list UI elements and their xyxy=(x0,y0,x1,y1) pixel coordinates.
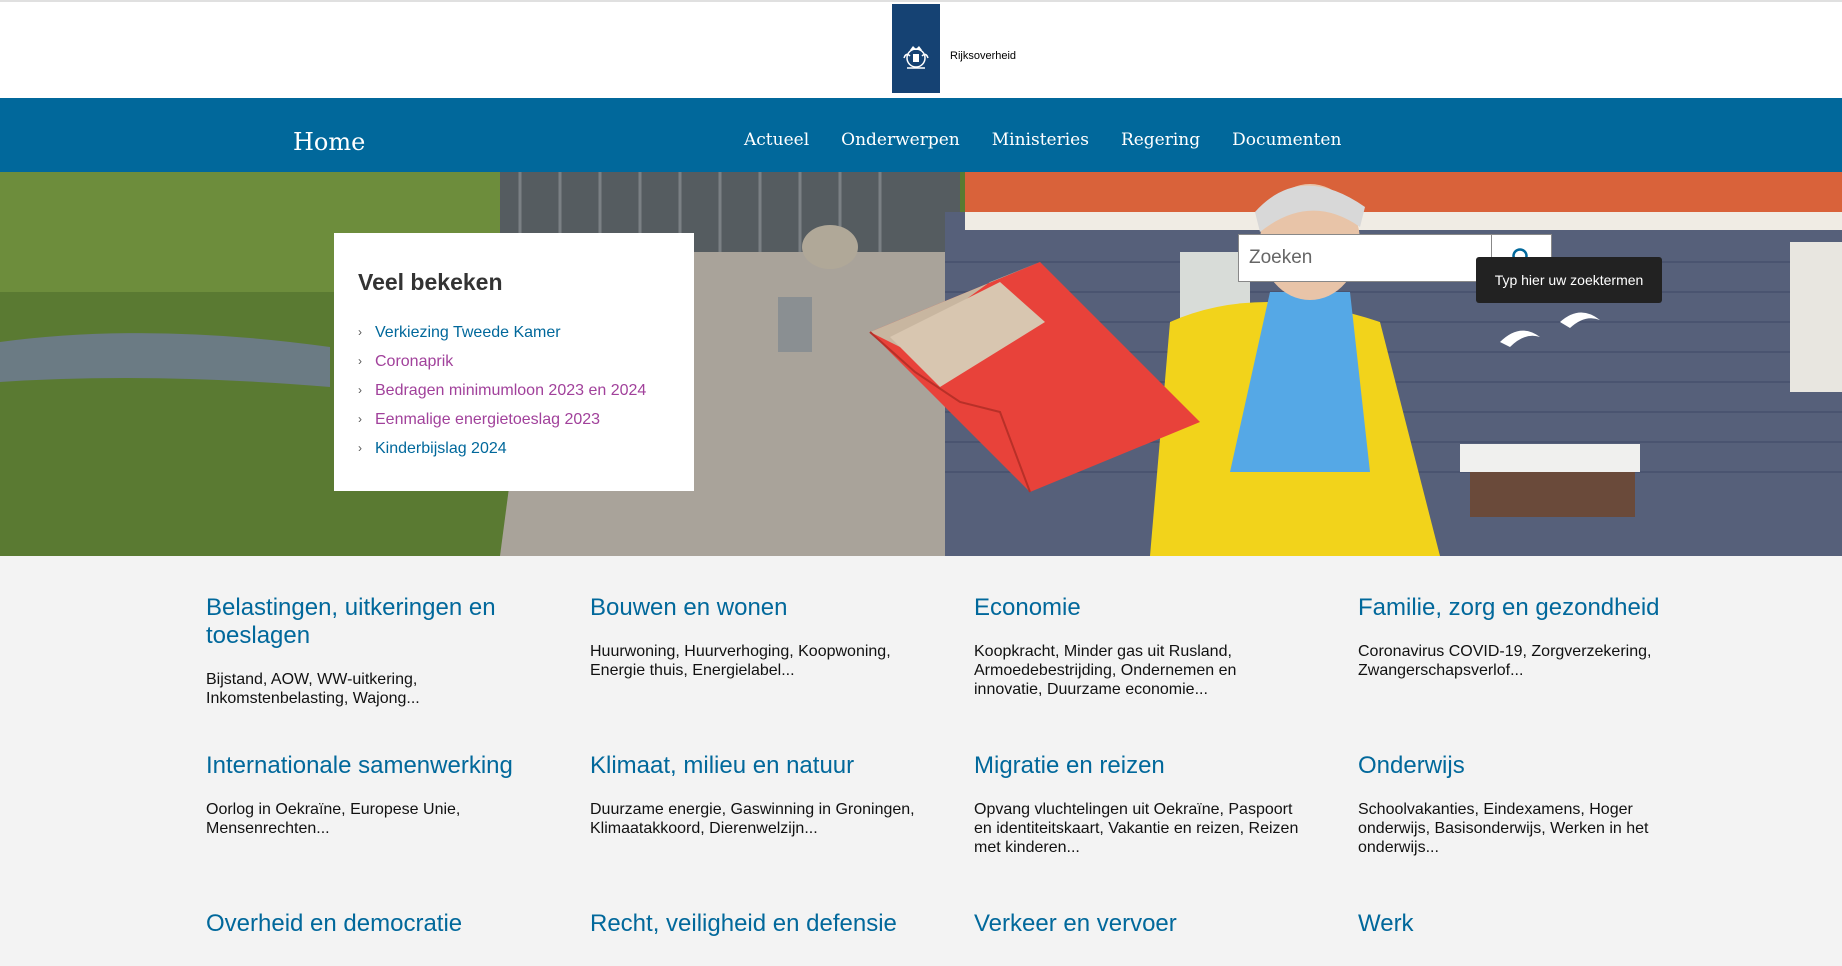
topic-title[interactable]: Internationale samenwerking xyxy=(206,752,536,780)
topic-card: Internationale samenwerking Oorlog in Oe… xyxy=(206,752,536,838)
topic-description: Duurzame energie, Gaswinning in Groninge… xyxy=(590,801,915,837)
topic-title[interactable]: Overheid en democratie xyxy=(206,910,536,938)
popular-item[interactable]: › Verkiezing Tweede Kamer xyxy=(358,318,670,347)
topic-title[interactable]: Klimaat, milieu en natuur xyxy=(590,752,920,780)
nav-link-actueel[interactable]: Actueel xyxy=(744,130,809,150)
topic-description: Coronavirus COVID-19, Zorgverzekering, Z… xyxy=(1358,643,1652,679)
nav-links: Actueel Onderwerpen Ministeries Regering… xyxy=(744,130,1373,150)
topic-title[interactable]: Verkeer en vervoer xyxy=(974,910,1304,938)
topic-card: Klimaat, milieu en natuur Duurzame energ… xyxy=(590,752,920,838)
topic-card: Onderwijs Schoolvakanties, Eindexamens, … xyxy=(1358,752,1688,857)
logo-text: Rijksoverheid xyxy=(950,50,1017,62)
topic-description: Schoolvakanties, Eindexamens, Hoger onde… xyxy=(1358,801,1649,856)
topic-title[interactable]: Onderwijs xyxy=(1358,752,1688,780)
chevron-right-icon: › xyxy=(358,383,362,397)
popular-item-label: Kinderbijslag 2024 xyxy=(375,440,507,457)
search-input[interactable] xyxy=(1238,234,1492,282)
chevron-right-icon: › xyxy=(358,441,362,455)
search-tooltip: Typ hier uw zoektermen xyxy=(1476,257,1662,303)
topic-title[interactable]: Recht, veiligheid en defensie xyxy=(590,910,920,938)
topic-title[interactable]: Werk xyxy=(1358,910,1688,938)
topic-card: Werk xyxy=(1358,910,1688,958)
topic-card: Migratie en reizen Opvang vluchtelingen … xyxy=(974,752,1304,857)
topic-card: Familie, zorg en gezondheid Coronavirus … xyxy=(1358,594,1688,680)
site-header: Rijksoverheid xyxy=(0,0,1842,98)
nav-home[interactable]: Home xyxy=(293,128,365,156)
topic-card: Bouwen en wonen Huurwoning, Huurverhogin… xyxy=(590,594,920,680)
nav-link-ministeries[interactable]: Ministeries xyxy=(992,130,1089,150)
chevron-right-icon: › xyxy=(358,412,362,426)
topic-description: Huurwoning, Huurverhoging, Koopwoning, E… xyxy=(590,643,891,679)
topic-title[interactable]: Bouwen en wonen xyxy=(590,594,920,622)
popular-item[interactable]: › Kinderbijslag 2024 xyxy=(358,434,670,463)
nav-link-regering[interactable]: Regering xyxy=(1121,130,1200,150)
topic-title[interactable]: Familie, zorg en gezondheid xyxy=(1358,594,1688,622)
chevron-right-icon: › xyxy=(358,325,362,339)
main-navigation: Home Actueel Onderwerpen Ministeries Reg… xyxy=(0,98,1842,172)
popular-item[interactable]: › Coronaprik xyxy=(358,347,670,376)
nav-link-documenten[interactable]: Documenten xyxy=(1232,130,1341,150)
topic-description: Bijstand, AOW, WW-uitkering, Inkomstenbe… xyxy=(206,671,420,707)
popular-box: Veel bekeken › Verkiezing Tweede Kamer › C… xyxy=(334,233,694,491)
popular-list: › Verkiezing Tweede Kamer › Coronaprik › Be… xyxy=(358,318,670,463)
topic-card: Recht, veiligheid en defensie xyxy=(590,910,920,958)
rijksoverheid-logo[interactable] xyxy=(892,4,940,93)
topic-title[interactable]: Economie xyxy=(974,594,1304,622)
chevron-right-icon: › xyxy=(358,354,362,368)
popular-item[interactable]: › Bedragen minimumloon 2023 en 2024 xyxy=(358,376,670,405)
hero-image xyxy=(0,172,1842,556)
topic-description: Oorlog in Oekraïne, Europese Unie, Mense… xyxy=(206,801,461,837)
hero-illustration xyxy=(0,172,1842,556)
popular-title: Veel bekeken xyxy=(358,269,503,295)
topic-description: Opvang vluchtelingen uit Oekraïne, Paspo… xyxy=(974,801,1299,856)
popular-item-label: Coronaprik xyxy=(375,353,454,370)
popular-item-label: Eenmalige energietoeslag 2023 xyxy=(375,411,601,428)
topic-card: Verkeer en vervoer xyxy=(974,910,1304,958)
topic-card: Economie Koopkracht, Minder gas uit Rusl… xyxy=(974,594,1304,699)
popular-item-label: Bedragen minimumloon 2023 en 2024 xyxy=(375,382,647,399)
topic-title[interactable]: Belastingen, uitkeringen en toeslagen xyxy=(206,594,536,650)
popular-item-label: Verkiezing Tweede Kamer xyxy=(375,324,561,341)
topic-description: Koopkracht, Minder gas uit Rusland, Armo… xyxy=(974,643,1237,698)
crest-icon xyxy=(903,46,929,69)
popular-item[interactable]: › Eenmalige energietoeslag 2023 xyxy=(358,405,670,434)
topic-card: Belastingen, uitkeringen en toeslagen Bi… xyxy=(206,594,536,708)
nav-link-onderwerpen[interactable]: Onderwerpen xyxy=(841,130,960,150)
topic-card: Overheid en democratie xyxy=(206,910,536,958)
topic-title[interactable]: Migratie en reizen xyxy=(974,752,1304,780)
